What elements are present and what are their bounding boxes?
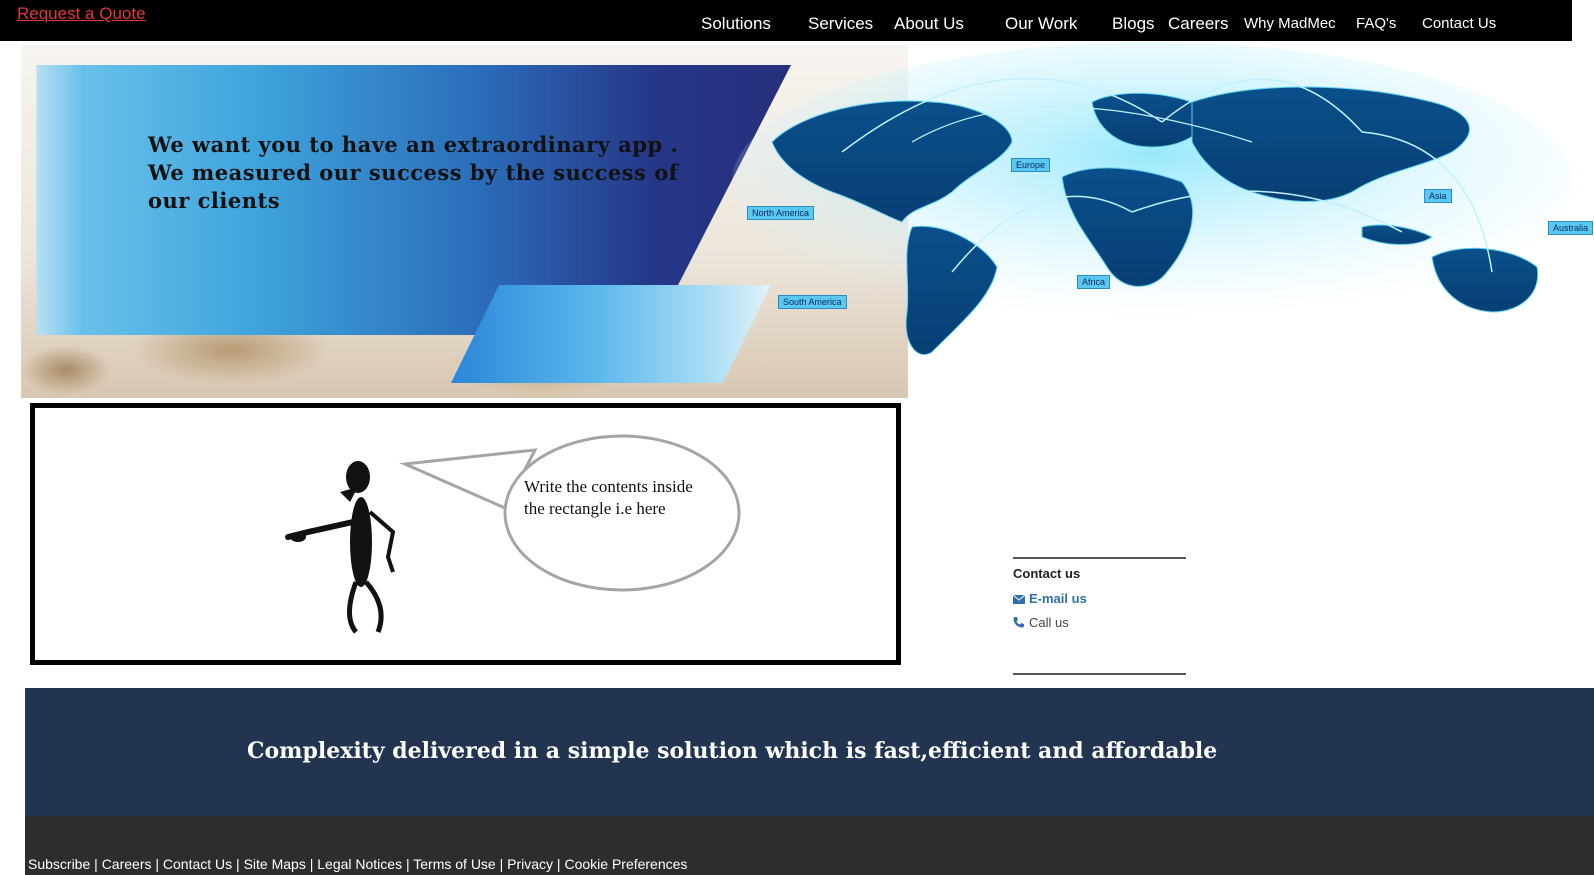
footer: Subscribe | Careers | Contact Us | Site … (25, 816, 1594, 875)
top-nav-bar: Request a Quote Solutions Services About… (0, 0, 1572, 41)
nav-contact-us[interactable]: Contact Us (1422, 15, 1496, 32)
nav-why-madmec[interactable]: Why MadMec (1244, 15, 1336, 32)
footer-link-terms-of-use[interactable]: Terms of Use (413, 856, 495, 872)
footer-link-contact-us[interactable]: Contact Us (163, 856, 232, 872)
email-link[interactable]: E-mail us (1012, 591, 1087, 607)
nav-faqs[interactable]: FAQ's (1356, 15, 1396, 32)
contact-divider-top (1013, 557, 1186, 559)
world-map-graphic (732, 42, 1572, 355)
footer-link-cookie-preferences[interactable]: Cookie Preferences (564, 856, 687, 872)
footer-link-site-maps[interactable]: Site Maps (244, 856, 306, 872)
nav-solutions[interactable]: Solutions (701, 14, 771, 34)
contact-widget: Contact us E-mail us Call us (1012, 557, 1186, 677)
content-placeholder-box: Write the contents inside the rectangle … (30, 403, 901, 665)
tagline-text: Complexity delivered in a simple solutio… (247, 738, 1218, 764)
nav-blogs[interactable]: Blogs (1112, 14, 1155, 34)
tagline-band: Complexity delivered in a simple solutio… (25, 688, 1594, 816)
hero-background-blur (21, 345, 111, 395)
map-label-australia: Australia (1548, 221, 1594, 235)
world-map-illustration: North America Europe Asia Africa South A… (712, 42, 1594, 372)
map-label-europe: Europe (1011, 158, 1051, 172)
footer-link-legal-notices[interactable]: Legal Notices (317, 856, 402, 872)
envelope-icon (1012, 592, 1026, 607)
hero-headline: We want you to have an extraordinary app… (148, 132, 679, 213)
call-link[interactable]: Call us (1013, 615, 1069, 631)
nav-about-us[interactable]: About Us (894, 14, 964, 34)
map-label-south-america: South America (778, 295, 847, 309)
map-label-africa: Africa (1077, 275, 1111, 289)
nav-services[interactable]: Services (808, 14, 873, 34)
nav-our-work[interactable]: Our Work (1005, 14, 1077, 34)
request-quote-link[interactable]: Request a Quote (17, 4, 146, 24)
footer-link-privacy[interactable]: Privacy (507, 856, 553, 872)
footer-link-careers[interactable]: Careers (102, 856, 152, 872)
map-label-asia: Asia (1424, 189, 1452, 203)
contact-title: Contact us (1013, 566, 1081, 581)
nav-careers[interactable]: Careers (1168, 14, 1228, 34)
contact-divider-bottom (1013, 673, 1186, 675)
email-link-label: E-mail us (1029, 591, 1087, 606)
call-link-label: Call us (1029, 615, 1069, 630)
speech-bubble-text: Write the contents inside the rectangle … (524, 477, 693, 518)
footer-link-subscribe[interactable]: Subscribe (28, 856, 90, 872)
phone-icon (1013, 616, 1026, 631)
footer-links: Subscribe | Careers | Contact Us | Site … (28, 856, 688, 872)
map-label-north-america: North America (747, 206, 815, 220)
